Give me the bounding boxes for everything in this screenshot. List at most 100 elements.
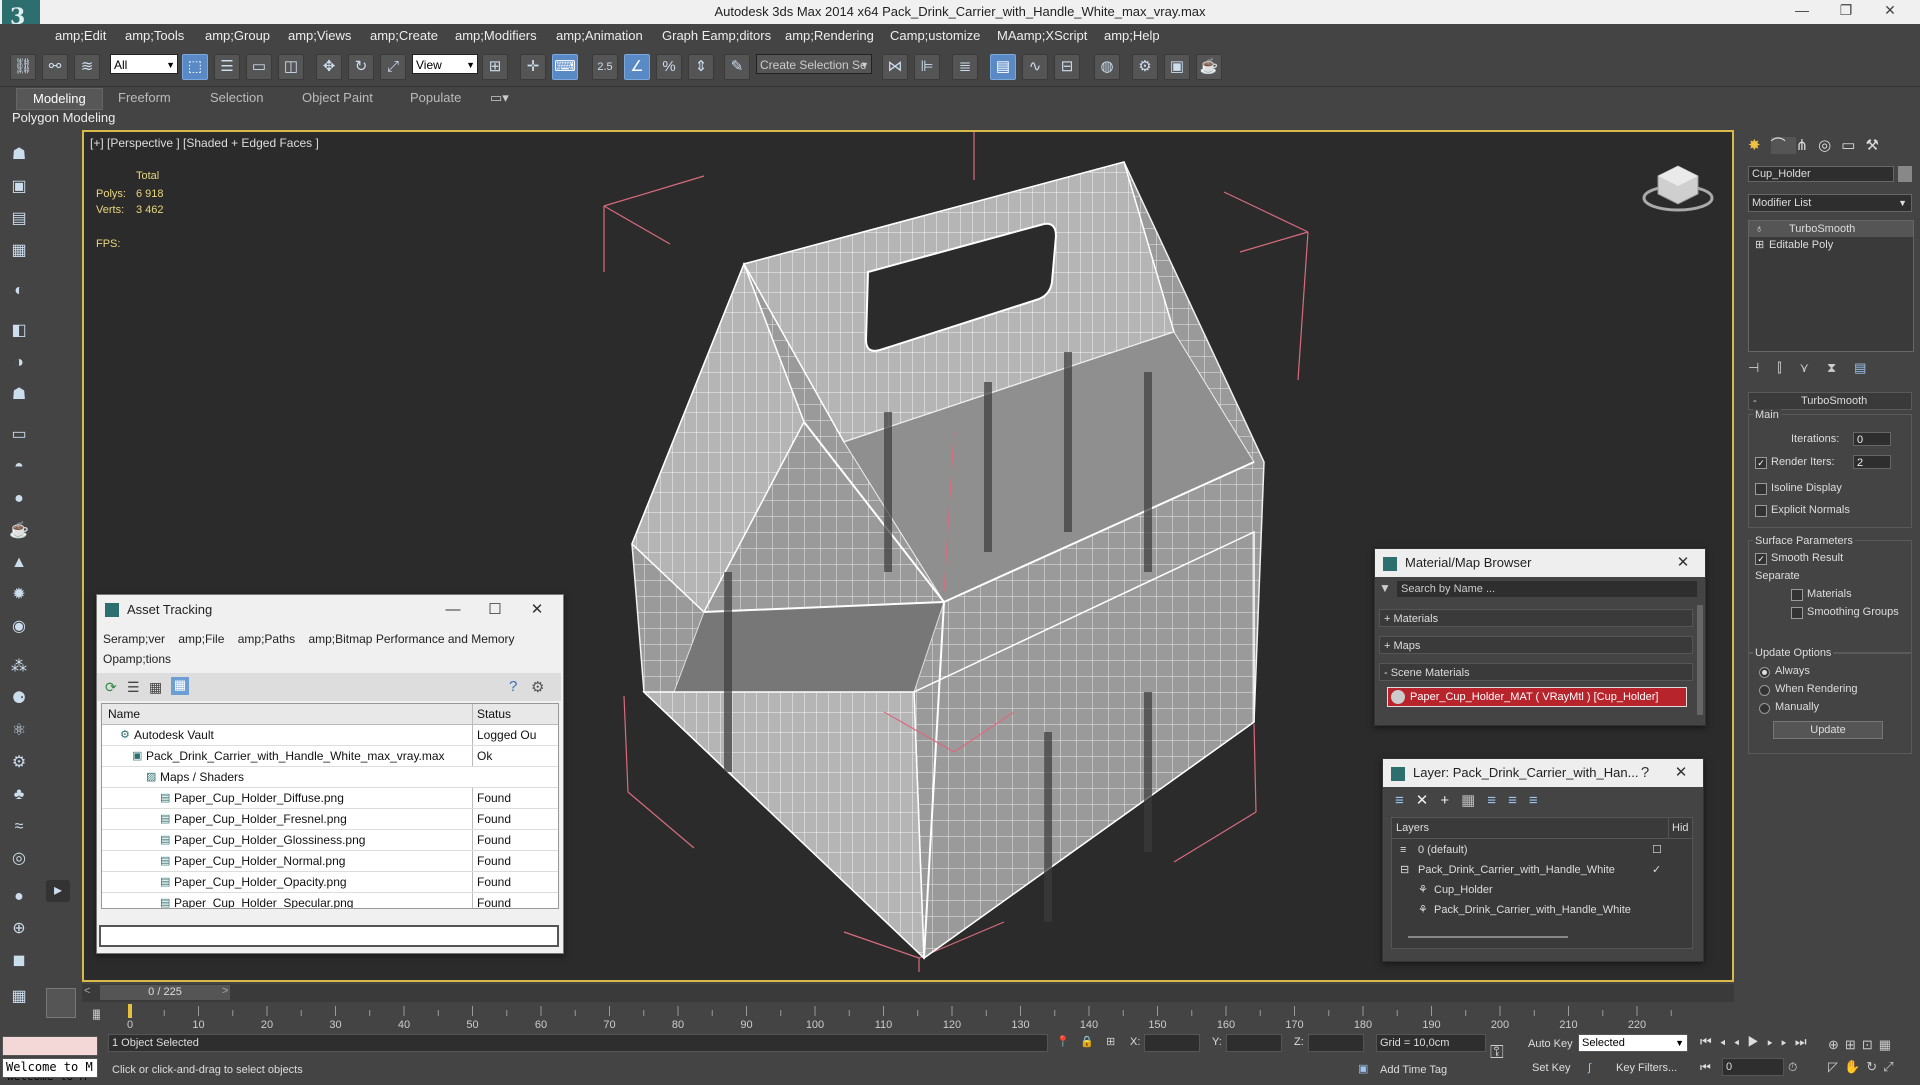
iterations-spinner[interactable]: 0	[1853, 432, 1891, 446]
link-icon[interactable]: ⛓	[10, 54, 36, 80]
configure-sets-icon[interactable]: ▤	[1854, 360, 1884, 375]
hide-column[interactable]: Hid	[1668, 818, 1689, 838]
make-unique-icon[interactable]: ⋎	[1800, 360, 1828, 375]
welcome-field[interactable]: Welcome to M	[2, 1058, 98, 1078]
asset-minimize-button[interactable]: —	[435, 595, 471, 625]
update-button[interactable]: Update	[1773, 721, 1883, 739]
x-coordinate-field[interactable]	[1144, 1034, 1200, 1052]
y-coordinate-field[interactable]	[1226, 1034, 1282, 1052]
menu-customize[interactable]: Camp;ustomize	[890, 28, 980, 43]
zoom-icon[interactable]: ⊕	[1828, 1037, 1845, 1052]
stack-item-turbosmooth[interactable]: ♁ TurboSmooth	[1749, 221, 1913, 237]
go-to-end-icon[interactable]: ⏭	[1795, 1034, 1815, 1049]
schematic-view-icon[interactable]: ⊟	[1054, 54, 1080, 80]
plant-icon[interactable]: ♣	[7, 784, 31, 806]
layer-manager-icon[interactable]: ≣	[952, 54, 978, 80]
asset-menu-server[interactable]: Seramp;ver	[103, 632, 165, 646]
scene-material-item[interactable]: Paper_Cup_Holder_MAT ( VRayMtl ) [Cup_Ho…	[1387, 687, 1687, 707]
table-icon[interactable]: ▦	[149, 679, 165, 695]
sphere-gold-icon[interactable]: ◉	[7, 616, 31, 638]
maps-section[interactable]: + Maps	[1379, 636, 1693, 654]
rendered-frame-window-icon[interactable]: ▣	[1164, 54, 1190, 80]
asset-menu-file[interactable]: amp;File	[178, 632, 224, 646]
menu-group[interactable]: amp;Group	[205, 28, 270, 43]
rectangular-region-icon[interactable]: ▭	[246, 54, 272, 80]
display-tab-icon[interactable]: ▭	[1841, 137, 1865, 154]
scene-states-icon[interactable]: ▦	[7, 986, 31, 1008]
motion-tab-icon[interactable]: ◎	[1818, 137, 1841, 154]
layer-row[interactable]: ⚘ Pack_Drink_Carrier_with_Handle_White	[1396, 900, 1686, 920]
selection-filter-dropdown[interactable]: All ▼	[110, 54, 178, 74]
hierarchy-tab-icon[interactable]: ⋔	[1796, 137, 1819, 154]
time-tag-icon[interactable]: ▣	[1358, 1062, 1368, 1075]
tab-freeform[interactable]: Freeform	[118, 90, 171, 105]
layer-close-button[interactable]: ✕	[1663, 759, 1699, 787]
helper-icon[interactable]: ⚛	[7, 720, 31, 742]
field-of-view-icon[interactable]: ◸	[1828, 1059, 1844, 1074]
menu-animation[interactable]: amp;Animation	[556, 28, 643, 43]
material-editor-icon[interactable]: ◍	[1094, 54, 1120, 80]
delete-layer-icon[interactable]: ✕	[1416, 792, 1441, 809]
asset-menu-paths[interactable]: amp;Paths	[238, 632, 295, 646]
render-iters-spinner[interactable]: 2	[1853, 455, 1891, 469]
modifier-list-dropdown[interactable]: Modifier List ▼	[1748, 194, 1912, 212]
smooth-result-checkbox[interactable]: ✓	[1755, 553, 1767, 565]
time-configuration-icon[interactable]: ⏱	[1788, 1060, 1797, 1075]
expand-icon[interactable]: ⊞	[1755, 237, 1764, 253]
layer-dialog-titlebar[interactable]: Layer: Pack_Drink_Carrier_with_Han... ? …	[1383, 759, 1703, 787]
column-name[interactable]: Name	[108, 704, 140, 724]
menu-rendering[interactable]: amp;Rendering	[785, 28, 874, 43]
lock-icon[interactable]: 🔒	[1080, 1035, 1094, 1048]
prev-frame-icon[interactable]: <	[84, 985, 90, 997]
graphite-ribbon-icon[interactable]: ▤	[990, 54, 1016, 80]
next-frame-icon[interactable]: >	[222, 985, 228, 997]
angle-snap-icon[interactable]: ∠	[624, 54, 650, 80]
asset-close-button[interactable]: ✕	[519, 595, 555, 625]
z-coordinate-field[interactable]	[1308, 1034, 1364, 1052]
sphere-blue-icon[interactable]: ●	[7, 886, 31, 908]
key-filters-button[interactable]: Key Filters...	[1616, 1062, 1677, 1074]
lightbulb-icon[interactable]: ♁	[1755, 221, 1763, 237]
column-status[interactable]: Status	[472, 704, 511, 724]
menu-tools[interactable]: amp;Tools	[125, 28, 184, 43]
material-browser-titlebar[interactable]: Material/Map Browser ✕	[1375, 549, 1705, 577]
help-icon[interactable]: ?	[509, 678, 517, 695]
asset-row[interactable]: ⚙ Autodesk Vault Logged Ou	[102, 725, 558, 746]
stack-item-editable-poly[interactable]: ⊞ Editable Poly	[1749, 237, 1913, 253]
play-icon[interactable]: ▶	[1747, 1034, 1767, 1049]
absolute-mode-icon[interactable]: ⊞	[1106, 1035, 1115, 1048]
teapot-icon[interactable]: ☗	[7, 144, 31, 166]
layer-row[interactable]: ⚘ Cup_Holder	[1396, 880, 1686, 900]
asset-row[interactable]: ▤ Paper_Cup_Holder_Specular.png Found	[102, 893, 558, 908]
object-name-field[interactable]: Cup_Holder	[1748, 166, 1894, 182]
teacup-icon[interactable]: ☕	[7, 520, 31, 542]
key-mode-icon[interactable]: ⏮	[1700, 1060, 1711, 1075]
update-when-rendering-radio[interactable]	[1759, 685, 1770, 696]
close-button[interactable]: ✕	[1870, 2, 1910, 22]
render-iters-checkbox[interactable]: ✓	[1755, 457, 1767, 469]
object-color-swatch[interactable]	[1898, 166, 1912, 182]
plane-icon[interactable]: ▭	[7, 424, 31, 446]
select-object-icon[interactable]: ⬚	[182, 54, 208, 80]
expand-arrow-icon[interactable]: ▸	[46, 880, 70, 902]
track-bar[interactable]: 0 10 20 30 40 50 60 70 80 90 100 110 120 130 140 150 160…	[100, 1004, 1700, 1031]
pan-icon[interactable]: ✋	[1844, 1059, 1866, 1074]
isolate-icon[interactable]: 📍	[1056, 1035, 1070, 1048]
bind-space-warp-icon[interactable]: ≋	[74, 54, 100, 80]
time-slider[interactable]: < 0 / 225 >	[82, 984, 1734, 1002]
curve-editor-icon[interactable]: ∿	[1022, 54, 1048, 80]
layer-row[interactable]: ⊟ Pack_Drink_Carrier_with_Handle_White ✓	[1396, 860, 1686, 880]
frame-counter[interactable]: 0 / 225	[100, 985, 230, 1000]
ribbon-panel-label[interactable]: Polygon Modeling	[12, 110, 115, 125]
menu-graph-editors[interactable]: Graph Eamp;ditors	[662, 28, 771, 43]
asset-menu-bitmap[interactable]: amp;Bitmap Performance and Memory	[308, 632, 514, 646]
select-by-name-icon[interactable]: ☰	[214, 54, 240, 80]
layer-scrollbar[interactable]	[1408, 936, 1568, 938]
ear-icon[interactable]: ◑	[7, 352, 31, 374]
zoom-extents-all-icon[interactable]: ▦	[1879, 1037, 1897, 1052]
render-production-icon[interactable]: ☕	[1196, 54, 1222, 80]
minimize-button[interactable]: —	[1782, 2, 1822, 22]
render-setup-icon[interactable]: ⚙	[1132, 54, 1158, 80]
camera-icon[interactable]: ◧	[7, 320, 31, 342]
view-cube[interactable]	[1642, 165, 1714, 212]
